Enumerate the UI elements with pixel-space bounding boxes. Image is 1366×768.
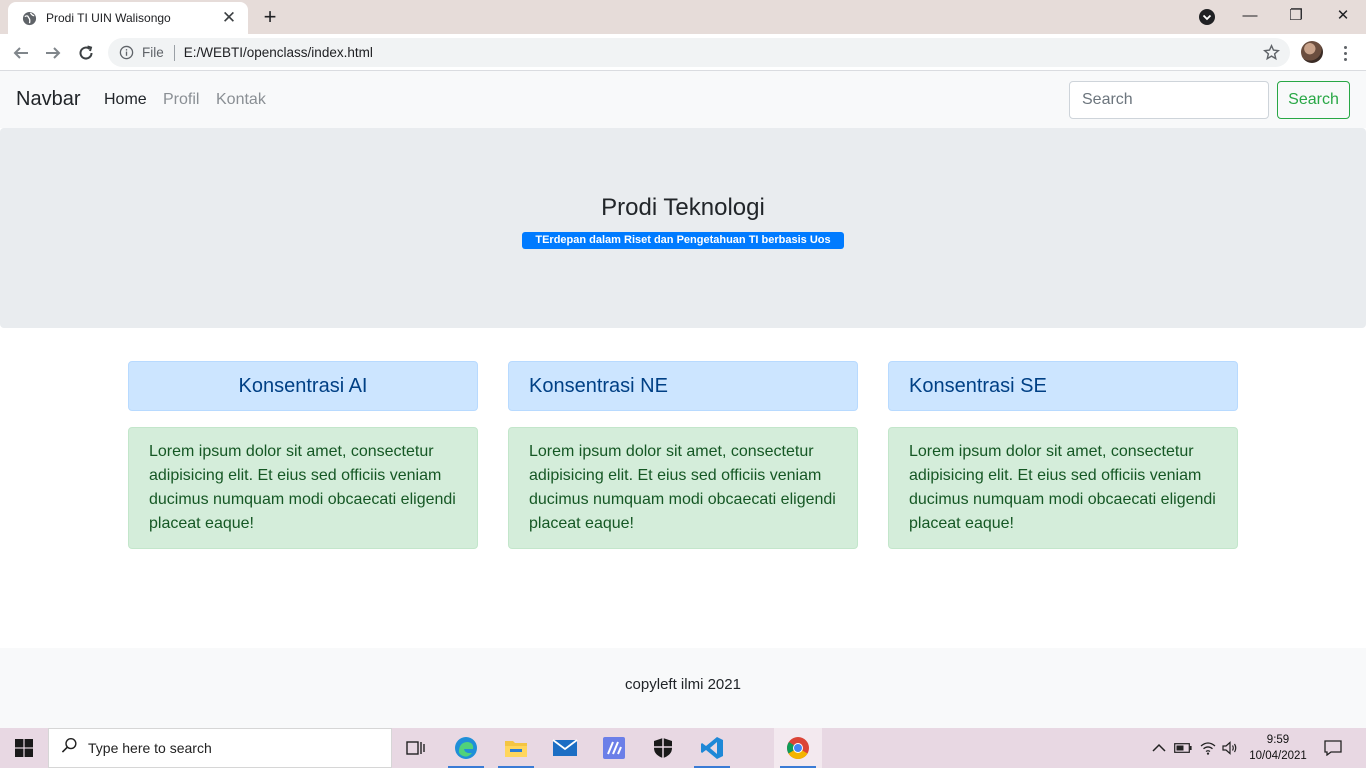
web-page: Navbar Home Profil Kontak Search Prodi T… [0, 71, 1366, 728]
card-header-ai: Konsentrasi AI [128, 361, 478, 411]
card-body-ne: Lorem ipsum dolor sit amet, consectetur … [508, 427, 858, 549]
globe-icon [21, 10, 37, 26]
profile-avatar[interactable] [1301, 41, 1323, 63]
card-body-ai: Lorem ipsum dolor sit amet, consectetur … [128, 427, 478, 549]
search-input[interactable] [1069, 81, 1269, 119]
taskbar-search-placeholder: Type here to search [88, 740, 212, 756]
tab-title: Prodi TI UIN Walisongo [46, 11, 171, 25]
new-tab-button[interactable]: + [258, 6, 282, 28]
page-title: Prodi Teknologi [601, 194, 765, 221]
vscode-icon[interactable] [688, 728, 736, 768]
url-text[interactable]: E:/WEBTI/openclass/index.html [184, 45, 373, 60]
nav-link-kontak[interactable]: Kontak [216, 91, 266, 109]
bookmark-star-icon[interactable] [1262, 43, 1281, 61]
url-scheme-label: File [142, 45, 164, 60]
footer-text: copyleft ilmi 2021 [625, 676, 741, 693]
nav-link-home[interactable]: Home [104, 91, 147, 109]
tab-search-icon[interactable] [1198, 8, 1216, 26]
close-tab-icon[interactable]: ✕ [220, 9, 238, 27]
url-separator [173, 44, 175, 61]
volume-icon[interactable] [1220, 728, 1240, 768]
security-shield-icon[interactable] [639, 728, 687, 768]
site-footer: copyleft ilmi 2021 [0, 648, 1366, 728]
restore-window-button[interactable]: ❐ [1273, 0, 1319, 30]
more-menu-icon[interactable] [1335, 41, 1355, 65]
clock-date: 10/04/2021 [1249, 750, 1307, 762]
search-button[interactable]: Search [1277, 81, 1350, 119]
navbar-brand[interactable]: Navbar [16, 88, 80, 111]
task-view-icon[interactable] [392, 728, 440, 768]
taskbar-clock[interactable]: 9:59 10/04/2021 [1240, 732, 1316, 764]
windows-taskbar: Type here to search 9:59 10/04/2021 [0, 728, 1366, 768]
forward-arrow-icon[interactable] [41, 41, 65, 65]
visual-studio-code-alt-icon[interactable] [590, 728, 638, 768]
reload-icon[interactable] [74, 41, 98, 65]
card-header-ne: Konsentrasi NE [508, 361, 858, 411]
edge-browser-icon[interactable] [442, 728, 490, 768]
card-header-se: Konsentrasi SE [888, 361, 1238, 411]
battery-icon[interactable] [1173, 728, 1193, 768]
mail-icon[interactable] [541, 728, 589, 768]
info-icon[interactable] [118, 45, 134, 61]
jumbotron: Prodi Teknologi TErdepan dalam Riset dan… [0, 128, 1366, 328]
tagline-badge: TErdepan dalam Riset dan Pengetahuan TI … [522, 232, 844, 249]
browser-toolbar: File E:/WEBTI/openclass/index.html [0, 34, 1366, 71]
taskbar-search-box[interactable]: Type here to search [48, 728, 392, 768]
chevron-up-icon[interactable] [1150, 728, 1168, 768]
windows-start-icon[interactable] [0, 728, 48, 768]
browser-tab-strip: Prodi TI UIN Walisongo ✕ + — ❐ ✕ [0, 0, 1366, 34]
search-icon [61, 737, 78, 759]
close-window-button[interactable]: ✕ [1320, 0, 1366, 30]
minimize-window-button[interactable]: — [1227, 0, 1273, 30]
chrome-icon[interactable] [774, 728, 822, 768]
card-body-se: Lorem ipsum dolor sit amet, consectetur … [888, 427, 1238, 549]
notification-center-icon[interactable] [1320, 728, 1346, 768]
wifi-icon[interactable] [1198, 728, 1218, 768]
browser-tab[interactable]: Prodi TI UIN Walisongo ✕ [8, 2, 248, 34]
address-bar[interactable]: File E:/WEBTI/openclass/index.html [108, 38, 1290, 67]
back-arrow-icon[interactable] [9, 41, 33, 65]
file-explorer-icon[interactable] [492, 728, 540, 768]
nav-link-profil[interactable]: Profil [163, 91, 199, 109]
clock-time: 9:59 [1266, 734, 1290, 746]
site-navbar: Navbar Home Profil Kontak Search [0, 71, 1366, 128]
